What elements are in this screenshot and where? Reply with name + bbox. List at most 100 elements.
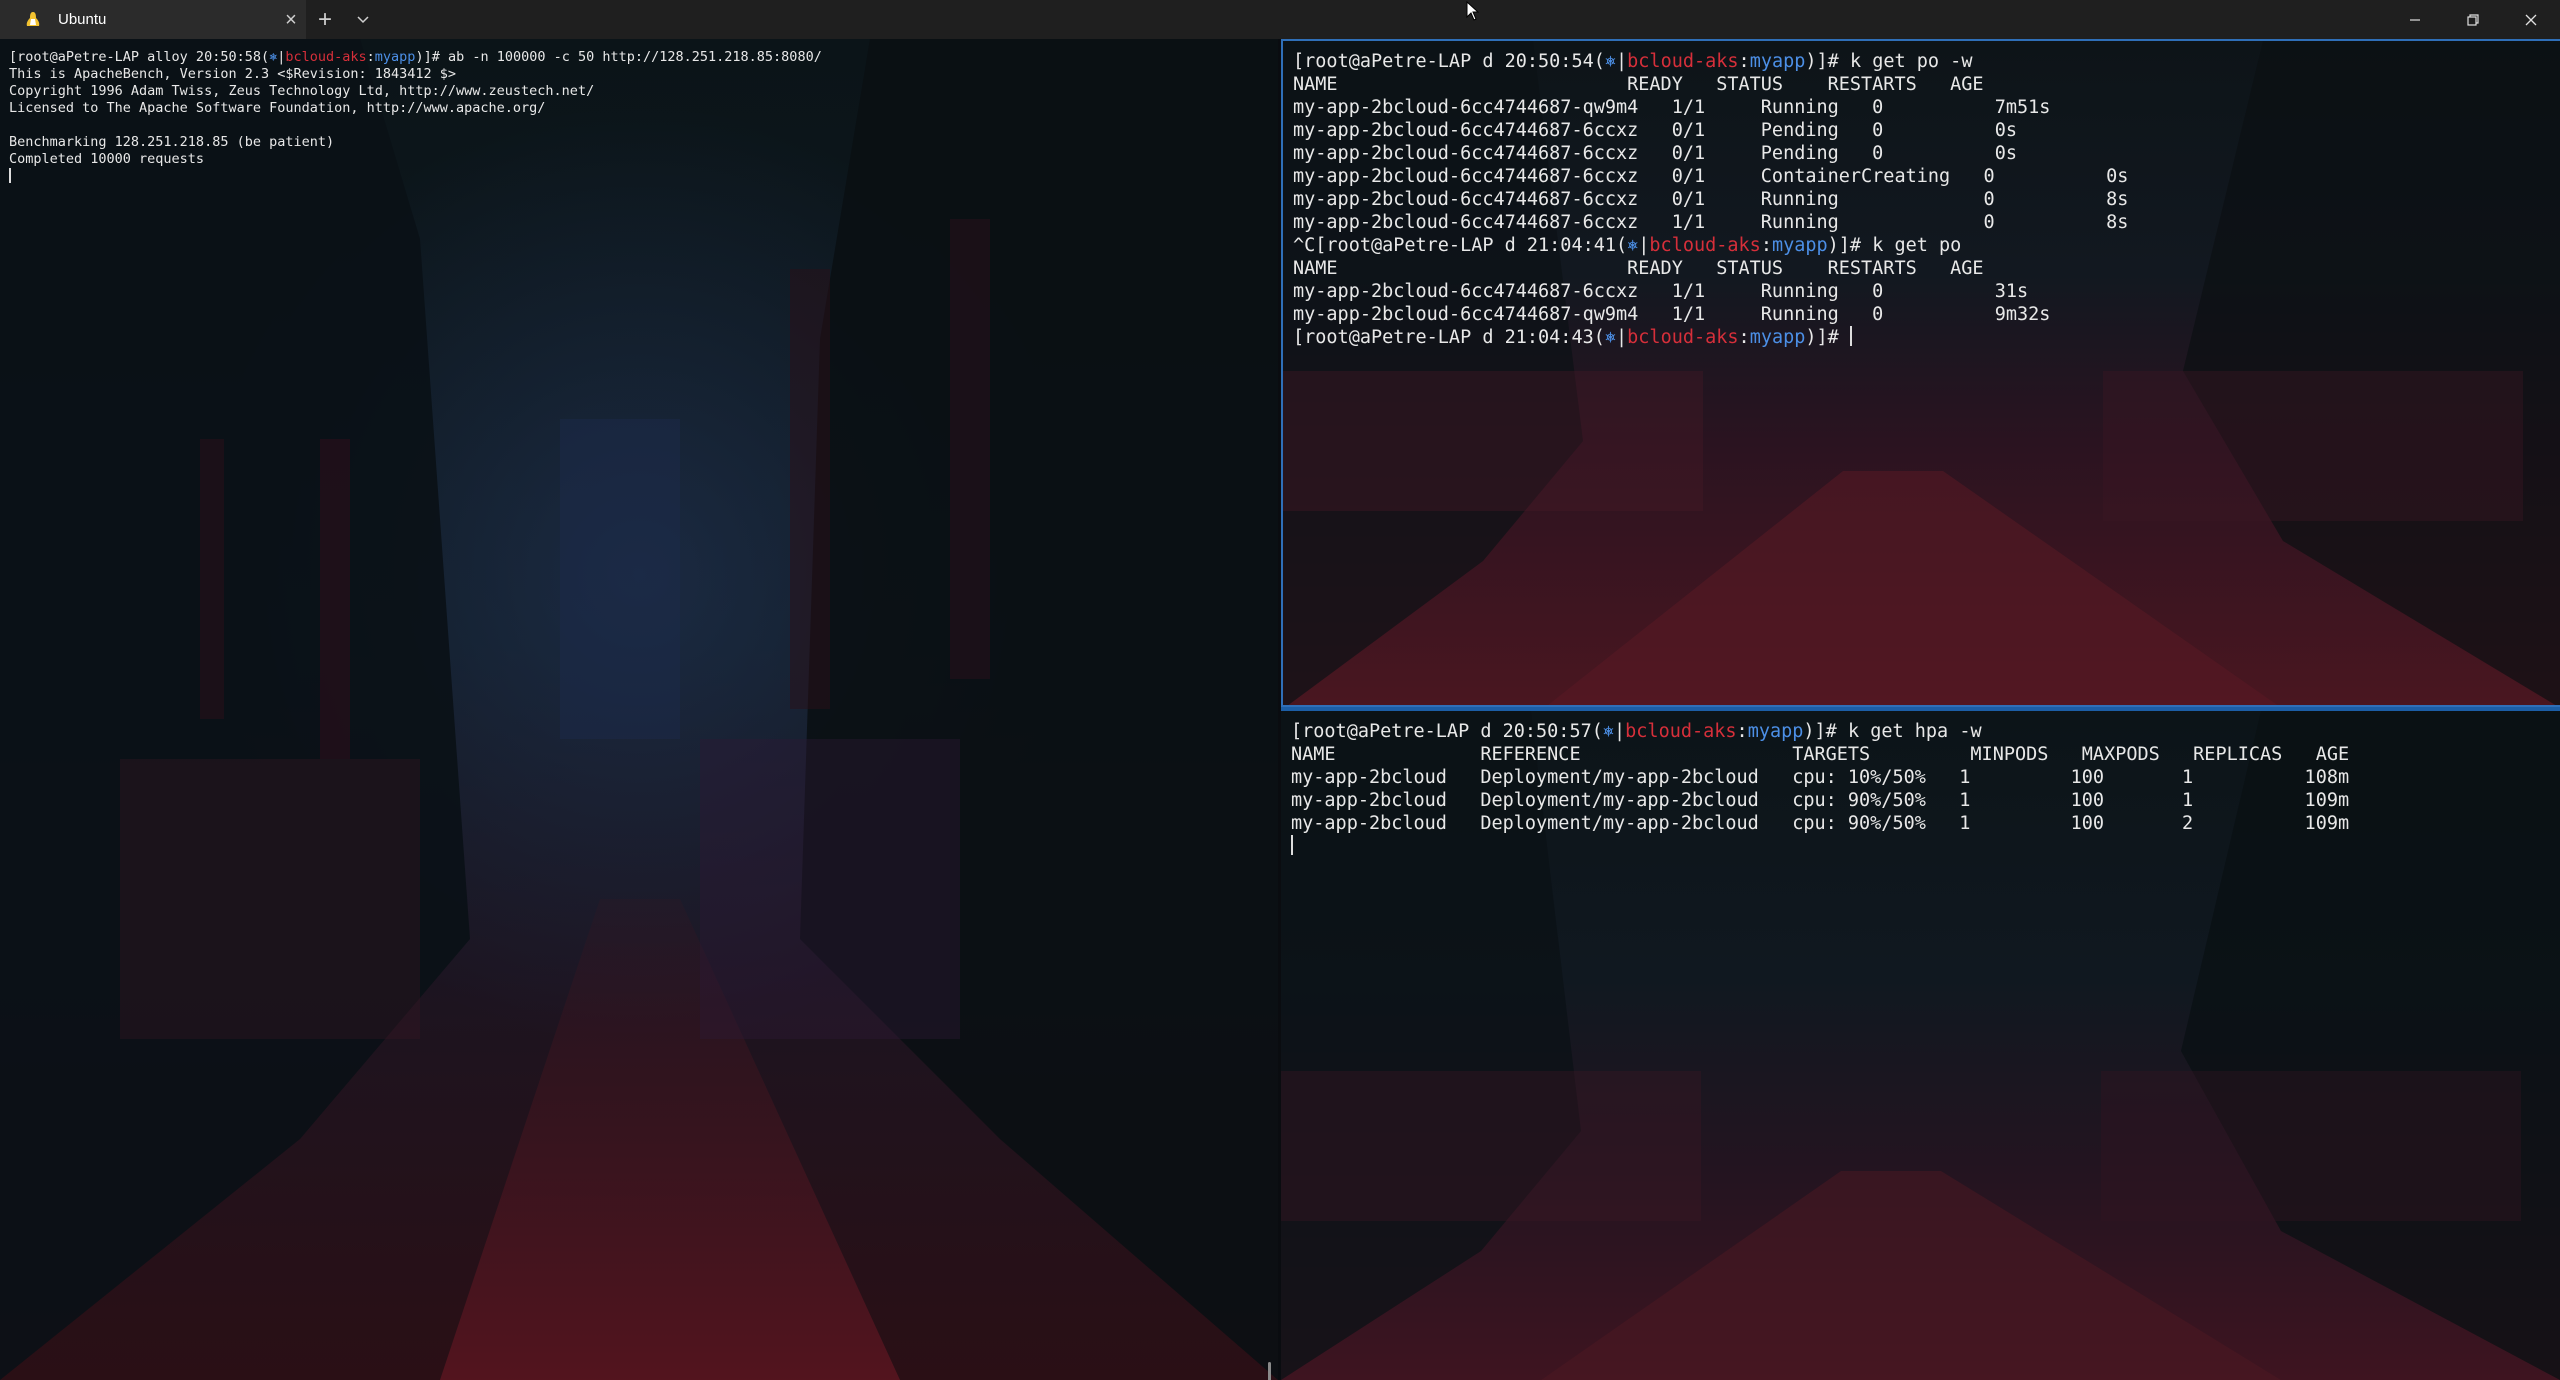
terminal-line: NAME READY STATUS RESTARTS AGE <box>1293 257 2560 280</box>
prompt-separator: | <box>1638 235 1650 256</box>
tab-ubuntu[interactable]: Ubuntu × <box>0 0 306 39</box>
output-text: my-app-2bcloud Deployment/my-app-2bcloud… <box>1291 790 2350 811</box>
close-tab-icon[interactable]: × <box>276 10 306 30</box>
terminal-line: my-app-2bcloud-6cc4744687-6ccxz 1/1 Runn… <box>1293 280 2560 303</box>
cluster-name: bcloud-aks <box>1627 327 1739 348</box>
output-text: my-app-2bcloud Deployment/my-app-2bcloud… <box>1291 813 2350 834</box>
command-text: )]# k get hpa -w <box>1803 721 1982 742</box>
prompt-separator: | <box>1614 721 1626 742</box>
terminal-line: my-app-2bcloud Deployment/my-app-2bcloud… <box>1291 812 2560 835</box>
cluster-name: bcloud-aks <box>285 49 367 65</box>
namespace-name: myapp <box>1771 235 1828 256</box>
output-text: my-app-2bcloud-6cc4744687-qw9m4 1/1 Runn… <box>1293 97 2051 118</box>
terminal-line: [root@aPetre-LAP d 20:50:57(⎈|bcloud-aks… <box>1291 720 2560 743</box>
output-text: NAME READY STATUS RESTARTS AGE <box>1293 74 1984 95</box>
title-bar: Ubuntu × + <box>0 0 2560 39</box>
output-text: my-app-2bcloud-6cc4744687-6ccxz 0/1 Pend… <box>1293 143 2017 164</box>
prompt-separator: | <box>1616 327 1628 348</box>
tux-linux-icon <box>24 11 42 29</box>
prompt-prefix: ^C[root@aPetre-LAP d 21:04:41( <box>1293 235 1628 256</box>
terminal-output-left: [root@aPetre-LAP alloy 20:50:58(⎈|bcloud… <box>0 39 1278 1380</box>
kube-context-icon: ⎈ <box>1627 235 1639 256</box>
terminal-pane-bottom-right[interactable]: [root@aPetre-LAP d 20:50:57(⎈|bcloud-aks… <box>1281 711 2560 1380</box>
terminal-line: [root@aPetre-LAP alloy 20:50:58(⎈|bcloud… <box>9 49 1278 66</box>
kube-context-icon: ⎈ <box>1604 327 1617 348</box>
cluster-name: bcloud-aks <box>1627 51 1739 72</box>
output-text: Copyright 1996 Adam Twiss, Zeus Technolo… <box>9 83 595 99</box>
text-cursor <box>1849 326 1852 346</box>
terminal-line: Copyright 1996 Adam Twiss, Zeus Technolo… <box>9 83 1278 100</box>
output-text: This is ApacheBench, Version 2.3 <$Revis… <box>9 66 457 82</box>
output-text: Completed 10000 requests <box>9 151 205 167</box>
terminal-line: my-app-2bcloud-6cc4744687-qw9m4 1/1 Runn… <box>1293 96 2560 119</box>
output-text: my-app-2bcloud-6cc4744687-qw9m4 1/1 Runn… <box>1293 304 2051 325</box>
terminal-line: my-app-2bcloud Deployment/my-app-2bcloud… <box>1291 789 2560 812</box>
output-text: NAME READY STATUS RESTARTS AGE <box>1293 258 1984 279</box>
output-text: my-app-2bcloud-6cc4744687-6ccxz 1/1 Runn… <box>1293 212 2129 233</box>
terminal-line <box>9 168 1278 185</box>
kube-context-icon: ⎈ <box>1604 51 1617 72</box>
prompt-colon: : <box>1736 721 1748 742</box>
output-text: Benchmarking 128.251.218.85 (be patient) <box>9 134 335 150</box>
command-text: )]# k get po -w <box>1805 51 1973 72</box>
terminal-line: [root@aPetre-LAP d 21:04:43(⎈|bcloud-aks… <box>1293 326 2560 349</box>
command-text: )]# ab -n 100000 -c 50 http://128.251.21… <box>415 49 822 65</box>
terminal-line: Benchmarking 128.251.218.85 (be patient) <box>9 134 1278 151</box>
output-text: my-app-2bcloud-6cc4744687-6ccxz 0/1 Pend… <box>1293 120 2017 141</box>
title-drag-region[interactable] <box>382 0 2386 39</box>
command-text: )]# <box>1805 327 1850 348</box>
restore-icon[interactable] <box>2444 0 2502 39</box>
namespace-name: myapp <box>1749 327 1806 348</box>
terminal-line: my-app-2bcloud-6cc4744687-6ccxz 0/1 Runn… <box>1293 188 2560 211</box>
command-text: )]# k get po <box>1827 235 1962 256</box>
output-text: my-app-2bcloud Deployment/my-app-2bcloud… <box>1291 767 2350 788</box>
prompt-prefix: [root@aPetre-LAP d 20:50:54( <box>1293 51 1605 72</box>
output-text: my-app-2bcloud-6cc4744687-6ccxz 1/1 Runn… <box>1293 281 2029 302</box>
terminal-pane-left[interactable]: [root@aPetre-LAP alloy 20:50:58(⎈|bcloud… <box>0 39 1278 1380</box>
terminal-line <box>1291 835 2560 858</box>
terminal-line: NAME READY STATUS RESTARTS AGE <box>1293 73 2560 96</box>
text-cursor <box>1291 835 1293 855</box>
output-text: my-app-2bcloud-6cc4744687-6ccxz 0/1 Cont… <box>1293 166 2129 187</box>
chevron-down-icon[interactable] <box>344 0 382 39</box>
tab-title: Ubuntu <box>58 11 107 28</box>
kube-context-icon: ⎈ <box>1602 721 1615 742</box>
new-tab-button[interactable]: + <box>306 0 344 39</box>
scrollbar-thumb[interactable] <box>1268 1362 1271 1380</box>
terminal-output-top-right: [root@aPetre-LAP d 20:50:54(⎈|bcloud-aks… <box>1283 41 2560 705</box>
terminal-line: Completed 10000 requests <box>9 151 1278 168</box>
namespace-name: myapp <box>1747 721 1804 742</box>
prompt-prefix: [root@aPetre-LAP d 21:04:43( <box>1293 327 1605 348</box>
prompt-colon: : <box>1738 327 1750 348</box>
terminal-line: Licensed to The Apache Software Foundati… <box>9 100 1278 117</box>
prompt-colon: : <box>366 49 375 65</box>
terminal-line: my-app-2bcloud-6cc4744687-6ccxz 0/1 Cont… <box>1293 165 2560 188</box>
namespace-name: myapp <box>1749 51 1806 72</box>
kube-context-icon: ⎈ <box>269 49 278 65</box>
prompt-colon: : <box>1760 235 1772 256</box>
terminal-output-bottom-right: [root@aPetre-LAP d 20:50:57(⎈|bcloud-aks… <box>1281 711 2560 1380</box>
cluster-name: bcloud-aks <box>1625 721 1737 742</box>
minimize-icon[interactable] <box>2386 0 2444 39</box>
terminal-line: ^C[root@aPetre-LAP d 21:04:41(⎈|bcloud-a… <box>1293 234 2560 257</box>
namespace-name: myapp <box>374 49 416 65</box>
output-text: Licensed to The Apache Software Foundati… <box>9 100 546 116</box>
text-cursor <box>9 168 11 183</box>
terminal-line: [root@aPetre-LAP d 20:50:54(⎈|bcloud-aks… <box>1293 50 2560 73</box>
output-text: my-app-2bcloud-6cc4744687-6ccxz 0/1 Runn… <box>1293 189 2129 210</box>
cluster-name: bcloud-aks <box>1649 235 1761 256</box>
prompt-prefix: [root@aPetre-LAP d 20:50:57( <box>1291 721 1603 742</box>
mouse-cursor-icon <box>1466 1 1480 21</box>
terminal-line: my-app-2bcloud-6cc4744687-6ccxz 1/1 Runn… <box>1293 211 2560 234</box>
prompt-prefix: [root@aPetre-LAP alloy 20:50:58( <box>9 49 270 65</box>
terminal-line: This is ApacheBench, Version 2.3 <$Revis… <box>9 66 1278 83</box>
prompt-separator: | <box>1616 51 1628 72</box>
terminal-line: my-app-2bcloud-6cc4744687-qw9m4 1/1 Runn… <box>1293 303 2560 326</box>
terminal-line: NAME REFERENCE TARGETS MINPODS MAXPODS R… <box>1291 743 2560 766</box>
close-window-icon[interactable] <box>2502 0 2560 39</box>
terminal-pane-top-right[interactable]: [root@aPetre-LAP d 20:50:54(⎈|bcloud-aks… <box>1281 39 2560 707</box>
output-text: NAME REFERENCE TARGETS MINPODS MAXPODS R… <box>1291 744 2350 765</box>
terminal-line: my-app-2bcloud Deployment/my-app-2bcloud… <box>1291 766 2560 789</box>
terminal-line: my-app-2bcloud-6cc4744687-6ccxz 0/1 Pend… <box>1293 142 2560 165</box>
